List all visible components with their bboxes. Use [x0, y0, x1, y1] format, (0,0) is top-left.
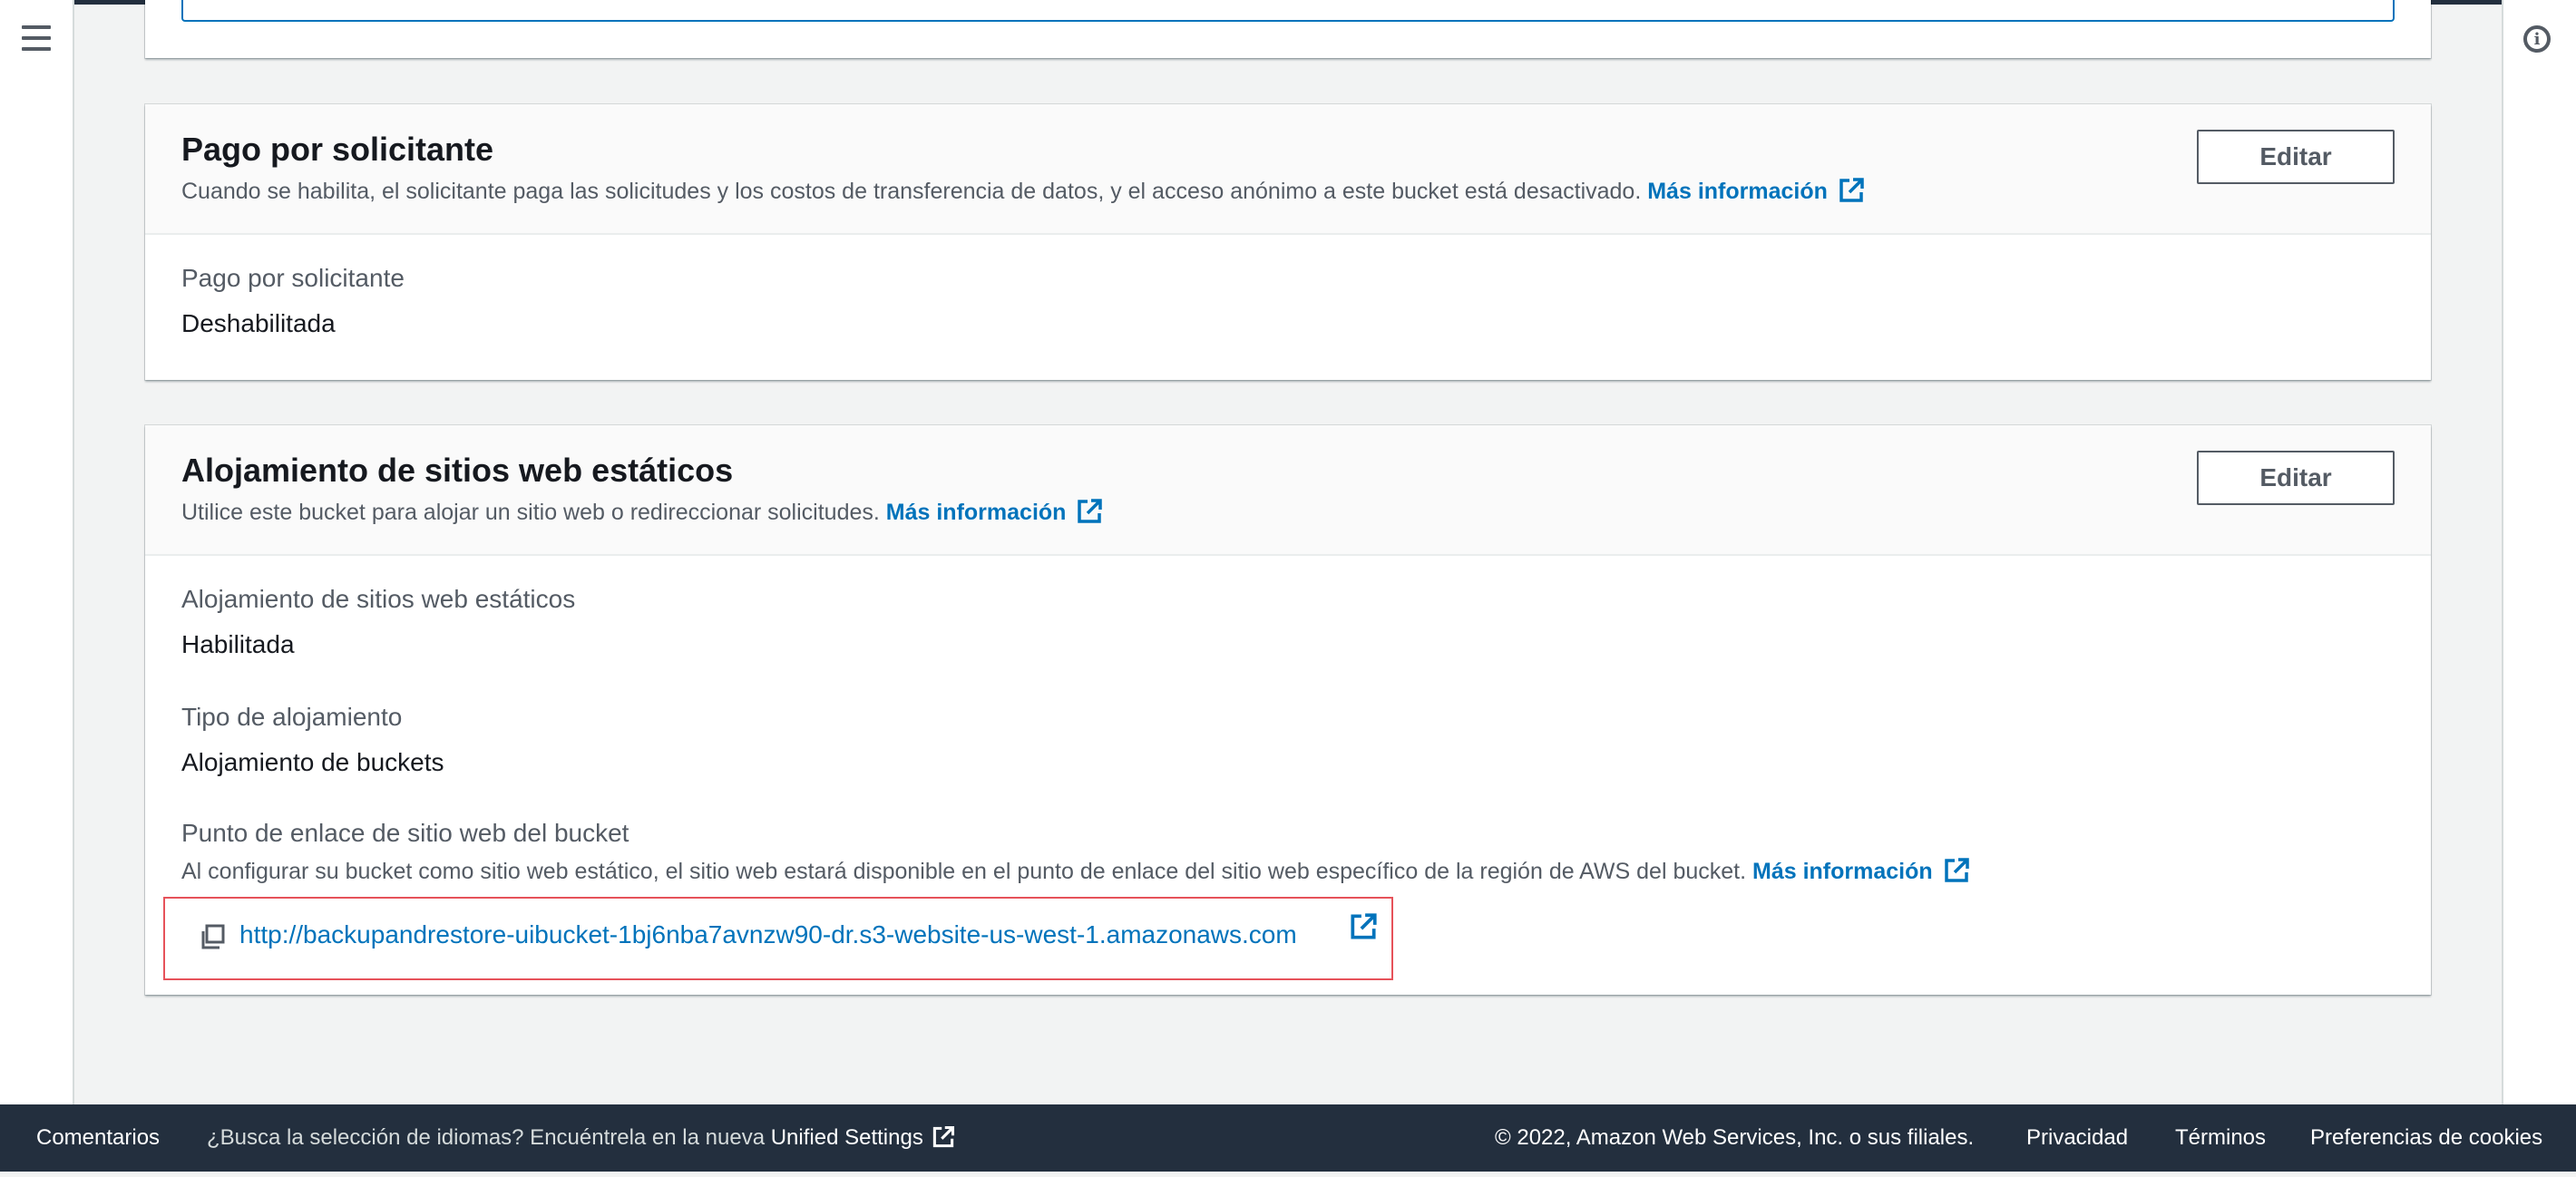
learn-more-link[interactable]: Más información	[886, 500, 1067, 525]
requester-pays-field-label: Pago por solicitante	[181, 264, 405, 292]
copyright-text: © 2022, Amazon Web Services, Inc. o sus …	[1495, 1125, 1975, 1150]
hosting-type-value: Alojamiento de buckets	[181, 748, 444, 776]
static-website-title: Alojamiento de sitios web estáticos	[181, 452, 734, 489]
static-website-panel: Alojamiento de sitios web estáticos Util…	[145, 425, 2431, 995]
requester-pays-title: Pago por solicitante	[181, 131, 494, 168]
endpoint-description-text: Al configurar su bucket como sitio web e…	[181, 859, 1747, 884]
edit-requester-pays-button[interactable]: Editar	[2197, 130, 2395, 184]
hosting-field-value: Habilitada	[181, 630, 295, 658]
static-website-header: Alojamiento de sitios web estáticos Util…	[145, 425, 2431, 556]
hamburger-menu-icon[interactable]	[20, 25, 53, 54]
language-prompt-text: ¿Busca la selección de idiomas? Encuéntr…	[207, 1125, 766, 1150]
external-link-icon[interactable]	[1348, 911, 1379, 942]
privacy-link[interactable]: Privacidad	[2026, 1104, 2128, 1172]
external-link-icon[interactable]	[1837, 176, 1866, 205]
requester-pays-header: Pago por solicitante Cuando se habilita,…	[145, 104, 2431, 235]
requester-pays-panel: Pago por solicitante Cuando se habilita,…	[145, 104, 2431, 380]
external-link-icon[interactable]	[1075, 497, 1104, 526]
static-website-body: Alojamiento de sitios web estáticos Habi…	[145, 583, 2431, 888]
copy-icon[interactable]	[198, 922, 227, 951]
external-link-icon[interactable]	[931, 1110, 956, 1148]
endpoint-description: Al configurar su bucket como sitio web e…	[181, 855, 2395, 888]
requester-pays-body: Pago por solicitante Deshabilitada	[145, 262, 2431, 340]
info-icon[interactable]: i	[2523, 25, 2551, 53]
edit-static-website-button[interactable]: Editar	[2197, 451, 2395, 505]
requester-pays-description-text: Cuando se habilita, el solicitante paga …	[181, 179, 1642, 204]
requester-pays-description: Cuando se habilita, el solicitante paga …	[181, 175, 2395, 208]
language-prompt: ¿Busca la selección de idiomas? Encuéntr…	[207, 1104, 956, 1172]
endpoint-field-label: Punto de enlace de sitio web del bucket	[181, 819, 629, 847]
endpoint-highlight-box: http://backupandrestore-uibucket-1bj6nba…	[163, 897, 1393, 980]
left-navigation-rail	[0, 0, 74, 1104]
cookie-preferences-link[interactable]: Preferencias de cookies	[2310, 1104, 2542, 1172]
learn-more-link[interactable]: Más información	[1752, 859, 1933, 884]
static-website-description-text: Utilice este bucket para alojar un sitio…	[181, 500, 880, 525]
hosting-field-label: Alojamiento de sitios web estáticos	[181, 585, 576, 613]
bucket-endpoint-link[interactable]: http://backupandrestore-uibucket-1bj6nba…	[239, 919, 1297, 951]
external-link-icon[interactable]	[1942, 856, 1971, 885]
feedback-link[interactable]: Comentarios	[36, 1104, 160, 1172]
previous-panel	[145, 0, 2431, 58]
focused-input-field[interactable]	[181, 0, 2395, 22]
static-website-description: Utilice este bucket para alojar un sitio…	[181, 496, 2395, 529]
console-footer: Comentarios ¿Busca la selección de idiom…	[0, 1104, 2576, 1172]
unified-settings-link[interactable]: Unified Settings	[771, 1125, 923, 1150]
learn-more-link[interactable]: Más información	[1647, 179, 1828, 204]
hosting-type-label: Tipo de alojamiento	[181, 703, 403, 731]
terms-link[interactable]: Términos	[2175, 1104, 2266, 1172]
requester-pays-field-value: Deshabilitada	[181, 309, 336, 337]
right-tools-rail: i	[2502, 0, 2576, 1104]
